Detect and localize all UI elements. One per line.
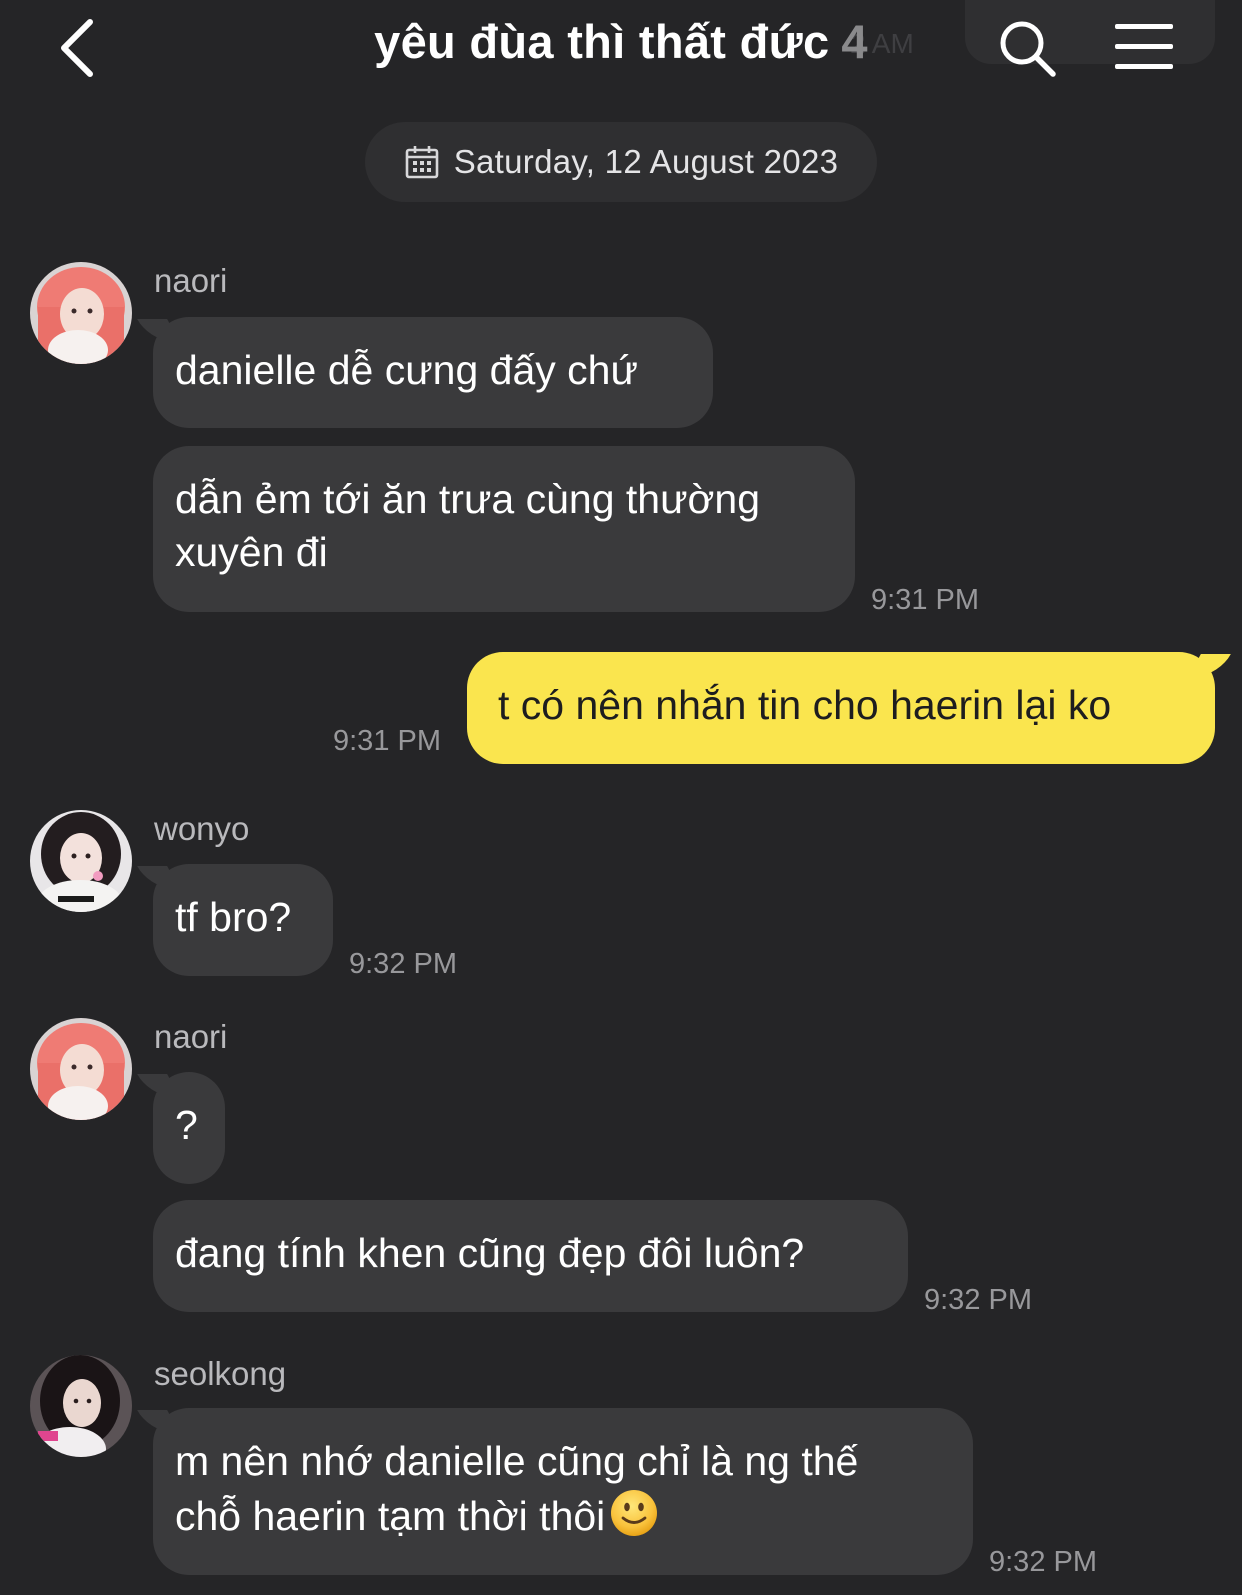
sender-name: naori [154,1018,228,1055]
avatar-image [30,810,132,912]
sender-name: naori [154,262,228,299]
avatar-seolkong[interactable] [30,1355,132,1457]
message-text-line: m nên nhớ danielle cũng chỉ là ng thế [175,1438,859,1484]
message-text-line: chỗ haerin tạm thời thôi [175,1493,606,1539]
message-text-line: xuyên đi [175,529,328,575]
message-bubble[interactable]: dẫn ẻm tới ăn trưa cùng thường xuyên đi [153,446,855,612]
message-time: 9:31 PM [871,584,979,616]
chat-header: 2 AM yêu đùa thì thất đức 4 [0,0,1242,100]
message-text: t có nên nhắn tin cho haerin lại ko [498,682,1112,728]
date-label: Saturday, 12 August 2023 [453,143,839,180]
message-time: 9:31 PM [333,725,441,757]
message-bubble[interactable]: m nên nhớ danielle cũng chỉ là ng thế ch… [153,1408,973,1575]
calendar-icon [405,146,439,179]
member-count: 4 [841,15,868,68]
avatar-image [30,1355,132,1457]
avatar-image [30,1018,132,1120]
message-text: đang tính khen cũng đẹp đôi luôn? [175,1230,805,1276]
menu-icon [1115,24,1173,69]
message-bubble[interactable]: ? [153,1072,225,1184]
slightly-smiling-face-icon [611,1490,658,1536]
avatar-naori[interactable] [30,1018,132,1120]
menu-button[interactable] [1112,20,1176,74]
message-time: 9:32 PM [349,948,457,980]
avatar-image [30,262,132,364]
chat-title-text: yêu đùa thì thất đức [374,15,830,68]
message-text: tf bro? [175,894,292,940]
message-bubble[interactable]: đang tính khen cũng đẹp đôi luôn? [153,1200,908,1312]
sender-name: wonyo [154,810,250,847]
message-text: danielle dễ cưng đấy chứ [175,347,638,393]
message-text-line: dẫn ẻm tới ăn trưa cùng thường [175,476,761,522]
avatar-naori[interactable] [30,262,132,364]
message-time: 9:32 PM [924,1284,1032,1316]
search-button[interactable] [995,16,1059,80]
search-icon [1000,21,1056,77]
message-text: ? [175,1102,198,1148]
my-message-bubble[interactable]: t có nên nhắn tin cho haerin lại ko [467,652,1215,764]
message-bubble[interactable]: danielle dễ cưng đấy chứ [153,317,713,428]
message-bubble[interactable]: tf bro? [153,864,333,976]
date-divider: Saturday, 12 August 2023 [365,122,877,202]
avatar-wonyo[interactable] [30,810,132,912]
message-time: 9:32 PM [989,1546,1097,1578]
sender-name: seolkong [154,1355,287,1392]
